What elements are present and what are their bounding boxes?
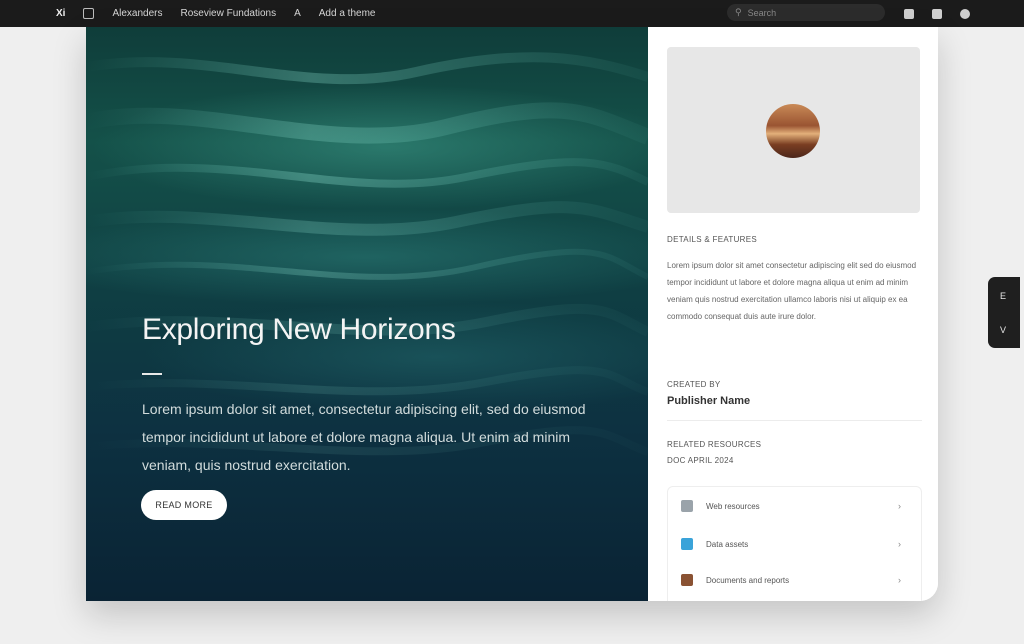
- section-title: DETAILS & FEATURES: [667, 235, 758, 244]
- preview-thumbnail: [766, 104, 820, 158]
- top-actions: [904, 0, 970, 27]
- list-item-label: Data assets: [706, 539, 749, 549]
- divider: [667, 420, 922, 421]
- top-nav: Xi Alexanders Roseview Fundations A Add …: [56, 0, 375, 27]
- meta-sub-value: DOC APRIL 2024: [667, 456, 734, 465]
- profile-icon[interactable]: [960, 8, 970, 19]
- notifications-icon[interactable]: [904, 8, 914, 19]
- search-icon: ⚲: [735, 7, 742, 17]
- app-logo[interactable]: Xi: [56, 8, 65, 19]
- hero-section: Exploring New Horizons Lorem ipsum dolor…: [86, 27, 648, 601]
- nav-link-2[interactable]: Roseview Fundations: [180, 8, 276, 19]
- read-more-button[interactable]: READ MORE: [141, 490, 227, 520]
- hero-title: Exploring New Horizons: [142, 313, 456, 346]
- nav-link-3[interactable]: A: [294, 8, 301, 19]
- list-item[interactable]: Data assets ›: [668, 534, 921, 554]
- hero-description: Lorem ipsum dolor sit amet, consectetur …: [142, 401, 586, 473]
- resource-icon: [681, 538, 693, 550]
- chevron-right-icon: ›: [898, 539, 901, 549]
- media-preview[interactable]: [667, 47, 920, 213]
- list-item[interactable]: Documents and reports ›: [668, 570, 921, 590]
- chevron-right-icon: ›: [898, 501, 901, 511]
- description-text: Lorem ipsum dolor sit amet consectetur a…: [667, 261, 917, 321]
- list-item-label: Web resources: [706, 501, 760, 511]
- chevron-right-icon: ›: [898, 575, 901, 585]
- expand-icon[interactable]: E: [1000, 291, 1006, 301]
- list-item-label: Documents and reports: [706, 575, 790, 585]
- list-item[interactable]: Web resources ›: [668, 496, 921, 516]
- resource-icon: [681, 500, 693, 512]
- resource-list: Web resources › Data assets › Documents …: [667, 486, 922, 601]
- details-panel: DETAILS & FEATURES Lorem ipsum dolor sit…: [648, 27, 938, 601]
- meta-sub-label: RELATED RESOURCES: [667, 440, 762, 449]
- title-divider: [142, 373, 162, 375]
- top-bar: Xi Alexanders Roseview Fundations A Add …: [0, 0, 1024, 27]
- chevron-down-icon[interactable]: V: [1000, 325, 1006, 335]
- content-card: Exploring New Horizons Lorem ipsum dolor…: [86, 27, 938, 601]
- nav-link-4[interactable]: Add a theme: [319, 8, 376, 19]
- resource-icon: [681, 574, 693, 586]
- meta-value[interactable]: Publisher Name: [667, 395, 750, 407]
- search-input[interactable]: ⚲ Search: [727, 4, 885, 21]
- meta-label: CREATED BY: [667, 380, 721, 389]
- grid-icon[interactable]: [83, 8, 95, 19]
- settings-icon[interactable]: [932, 8, 942, 19]
- nav-link-1[interactable]: Alexanders: [112, 8, 162, 19]
- search-placeholder: Search: [747, 7, 777, 18]
- floating-toolbar[interactable]: E V: [988, 277, 1020, 348]
